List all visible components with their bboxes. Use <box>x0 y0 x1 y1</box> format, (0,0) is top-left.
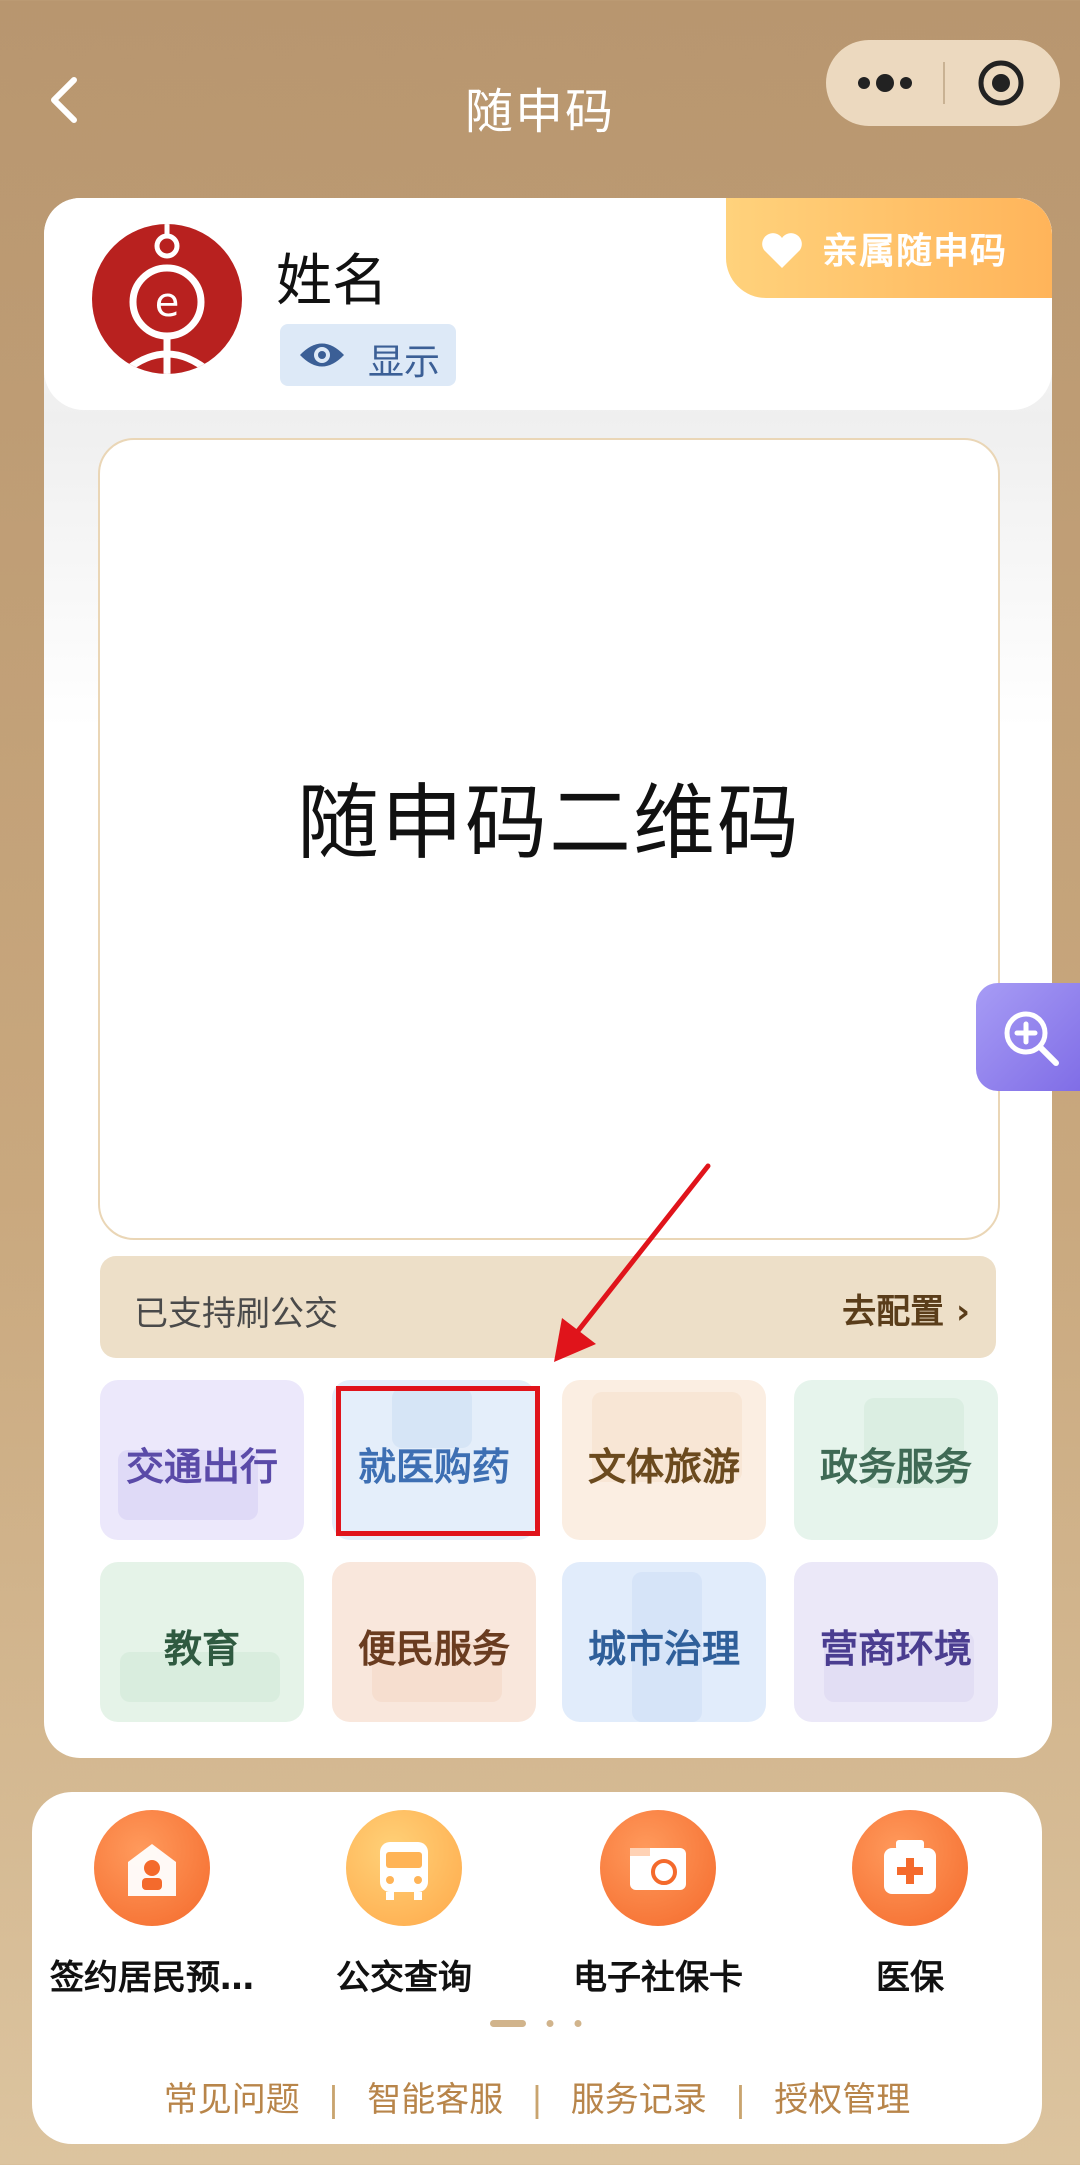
tile-culture-tourism[interactable]: 文体旅游 <box>562 1380 766 1540</box>
service-label: 公交查询 <box>336 1958 472 1998</box>
services-card: 签约居民预… 公交查询 电子社保卡 医保 常见问题 | 智能客服 | 服务记录 … <box>32 1792 1042 2144</box>
logo-icon: e <box>119 224 215 374</box>
service-social-card[interactable]: 电子社保卡 <box>538 1810 778 1999</box>
tile-label: 营商环境 <box>819 1627 972 1671</box>
service-records-link[interactable]: 服务记录 <box>571 2080 707 2120</box>
bus-icon <box>346 1810 462 1926</box>
avatar: e <box>92 224 242 374</box>
service-bus-query[interactable]: 公交查询 <box>284 1810 524 1999</box>
service-label: 医保 <box>876 1958 944 1998</box>
configure-link[interactable]: 去配置 › <box>842 1284 970 1333</box>
page-indicator <box>490 2020 582 2027</box>
zoom-in-icon <box>1004 1011 1059 1066</box>
tile-label: 便民服务 <box>357 1627 510 1671</box>
service-label: 签约居民预… <box>50 1958 254 1998</box>
tile-transport[interactable]: 交通出行 <box>100 1380 304 1540</box>
heart-icon <box>762 233 802 268</box>
bus-status-text: 已支持刷公交 <box>134 1294 338 1334</box>
tile-label: 教育 <box>163 1627 240 1671</box>
user-info-strip: e 姓名 显示 亲属随申码 <box>44 198 1052 410</box>
service-signed-resident[interactable]: 签约居民预… <box>32 1810 272 1999</box>
tile-government[interactable]: 政务服务 <box>794 1380 998 1540</box>
close-target-icon[interactable] <box>976 58 1026 108</box>
faq-link[interactable]: 常见问题 <box>164 2080 300 2120</box>
main-card: e 姓名 显示 亲属随申码 随申码二维码 已支持刷公交 去配置 › 交通出行 就… <box>44 198 1052 1758</box>
service-medical-insurance[interactable]: 医保 <box>790 1810 1030 1999</box>
medical-kit-icon <box>852 1810 968 1926</box>
footer-links: 常见问题 | 智能客服 | 服务记录 | 授权管理 <box>163 2080 911 2120</box>
zoom-button[interactable] <box>976 983 1080 1091</box>
svg-text:e: e <box>155 280 180 326</box>
qr-code-area[interactable]: 随申码二维码 <box>98 438 1000 1240</box>
tile-convenience[interactable]: 便民服务 <box>332 1562 536 1722</box>
annotation-arrow-icon <box>554 1163 711 1362</box>
tile-label: 政务服务 <box>819 1445 972 1489</box>
tile-label: 交通出行 <box>125 1445 278 1489</box>
family-code-label: 亲属随申码 <box>822 231 1008 272</box>
eye-icon <box>300 343 344 367</box>
qr-placeholder-text: 随申码二维码 <box>296 776 801 871</box>
customer-service-link[interactable]: 智能客服 <box>367 2080 503 2120</box>
mini-program-capsule <box>826 40 1060 126</box>
tile-label: 城市治理 <box>587 1627 740 1671</box>
doctor-house-icon <box>94 1810 210 1926</box>
tile-education[interactable]: 教育 <box>100 1562 304 1722</box>
family-code-button[interactable]: 亲属随申码 <box>726 198 1052 298</box>
more-icon[interactable] <box>856 70 914 96</box>
tile-city-governance[interactable]: 城市治理 <box>562 1562 766 1722</box>
show-toggle-button[interactable]: 显示 <box>280 324 456 386</box>
tile-business[interactable]: 营商环境 <box>794 1562 998 1722</box>
social-card-icon <box>600 1810 716 1926</box>
show-label: 显示 <box>368 342 441 383</box>
authorization-link[interactable]: 授权管理 <box>774 2080 910 2120</box>
user-name: 姓名 <box>276 249 388 314</box>
highlight-box <box>336 1386 540 1536</box>
service-label: 电子社保卡 <box>573 1958 743 1998</box>
tile-label: 文体旅游 <box>587 1445 740 1489</box>
